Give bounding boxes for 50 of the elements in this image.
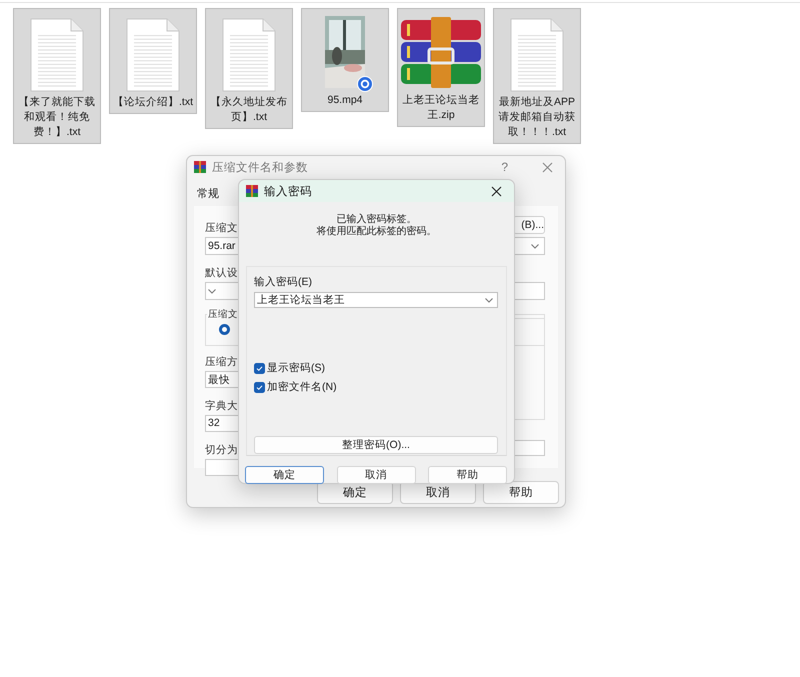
organize-passwords-button[interactable]: 整理密码(O)... [254,436,498,454]
group-label: 压缩文 [207,308,239,321]
file-name: 上老王论坛当老王.zip [402,93,480,123]
document-icon [30,18,84,92]
file-item[interactable]: 95.mp4 [301,8,389,112]
file-item[interactable]: 上老王论坛当老王.zip [397,8,485,127]
file-item[interactable]: 【来了就能下载和观看！纯免费！】.txt [13,8,101,144]
dialog-button[interactable]: 取消 [336,466,416,484]
input-field[interactable] [513,440,545,456]
dialog-button[interactable]: 确定 [245,466,324,484]
archive-icon [246,185,258,197]
checkbox-label: 加密文件名(N) [267,380,337,394]
window-title: 输入密码 [264,184,313,198]
file-name: 最新地址及APP请发邮箱自动获取！！！.txt [498,95,576,140]
field-label: 切分为 [205,444,238,456]
document-icon [126,18,180,92]
archive-icon [194,161,206,173]
field-label: 字典大 [205,400,238,412]
help-button[interactable]: ? [501,160,508,174]
file-name: 95.mp4 [326,93,364,108]
field-label: 压缩方 [205,356,238,368]
chevron-icon [485,298,493,302]
password-field[interactable]: 上老王论坛当老王 [254,292,498,308]
radio-button[interactable] [219,324,230,335]
archive-icon [400,17,482,89]
document-icon [222,18,276,92]
badge-icon [357,76,373,92]
checkbox-label: 显示密码(S) [267,361,325,375]
window-title: 压缩文件名和参数 [212,160,309,174]
field-label: 输入密码(E) [254,275,312,289]
document-icon [510,18,564,92]
message-text: 将使用匹配此标签的密码。 [316,226,436,238]
browse-button[interactable]: (B)... [513,216,545,234]
file-name: 【来了就能下载和观看！纯免费！】.txt [18,95,96,140]
checkbox[interactable] [254,382,265,392]
file-name: 【永久地址发布页】.txt [210,95,288,125]
file-item[interactable]: 最新地址及APP请发邮箱自动获取！！！.txt [493,8,581,144]
message-text: 已输入密码标签。 [336,214,416,226]
chevron-icon [208,288,216,294]
file-item[interactable]: 【永久地址发布页】.txt [205,8,293,129]
dialog-button[interactable]: 帮助 [428,466,507,484]
chevron-icon [531,244,539,248]
field-label: 默认设 [205,267,239,279]
dialog-button[interactable]: 帮助 [483,481,559,504]
file-name: 【论坛介绍】.txt [112,95,194,110]
close-icon[interactable] [491,186,502,196]
file-item[interactable]: 【论坛介绍】.txt [109,8,197,114]
tab[interactable]: 常规 [197,186,219,206]
checkbox[interactable] [254,362,265,374]
field-label: 压缩文 [205,222,238,234]
